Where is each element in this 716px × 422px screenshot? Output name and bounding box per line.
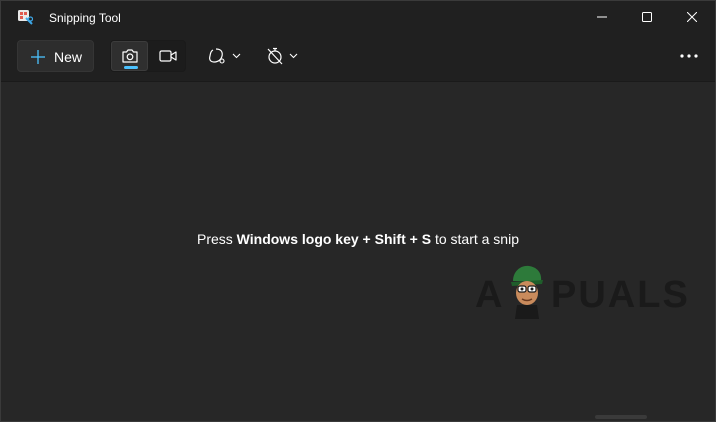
screenshot-mode-button[interactable] bbox=[111, 41, 148, 71]
close-icon bbox=[687, 12, 697, 22]
camera-icon bbox=[121, 49, 138, 63]
more-icon bbox=[680, 54, 698, 58]
minimize-button[interactable] bbox=[579, 1, 625, 33]
new-button-label: New bbox=[54, 49, 83, 65]
hint-plus-1: + bbox=[358, 231, 375, 247]
maximize-button[interactable] bbox=[624, 1, 670, 33]
start-snip-hint: Press Windows logo key + Shift + S to st… bbox=[1, 230, 715, 248]
hint-text: Press bbox=[196, 231, 237, 247]
record-mode-button[interactable] bbox=[149, 41, 186, 71]
timer-off-icon bbox=[267, 47, 298, 65]
new-snip-button[interactable]: New bbox=[17, 40, 94, 72]
snip-shape-dropdown[interactable] bbox=[204, 40, 244, 72]
watermark-letter-a: A bbox=[475, 274, 505, 316]
hint-key-windows: Windows logo key bbox=[236, 231, 359, 247]
snip-shape-icon bbox=[209, 48, 241, 64]
hint-key-s: S bbox=[421, 231, 432, 247]
window-resize-edge bbox=[595, 415, 647, 419]
hint-text-end: to start a snip bbox=[431, 231, 519, 247]
capture-mode-toggle bbox=[110, 40, 186, 72]
hint-key-shift: Shift bbox=[374, 231, 406, 247]
snipping-tool-app-icon bbox=[17, 9, 34, 25]
delay-timer-dropdown[interactable] bbox=[263, 40, 303, 72]
hint-plus-2: + bbox=[405, 231, 422, 247]
mascot-logo bbox=[511, 265, 543, 319]
snip-canvas-area: Press Windows logo key + Shift + S to st… bbox=[1, 82, 715, 421]
watermark-letters-puals: PUALS bbox=[551, 274, 690, 316]
window-title: Snipping Tool bbox=[49, 11, 121, 25]
snipping-tool-window: Snipping Tool New Press Windows logo key… bbox=[0, 0, 716, 422]
more-options-button[interactable] bbox=[671, 40, 707, 72]
minimize-icon bbox=[597, 16, 607, 18]
close-button[interactable] bbox=[669, 1, 715, 33]
toolbar: New bbox=[1, 33, 715, 82]
plus-icon bbox=[31, 50, 45, 64]
selected-mode-indicator bbox=[124, 66, 138, 69]
title-bar[interactable]: Snipping Tool bbox=[1, 1, 715, 33]
appuals-watermark: A PUALS bbox=[475, 259, 689, 323]
video-icon bbox=[158, 50, 177, 62]
maximize-icon bbox=[642, 12, 652, 22]
